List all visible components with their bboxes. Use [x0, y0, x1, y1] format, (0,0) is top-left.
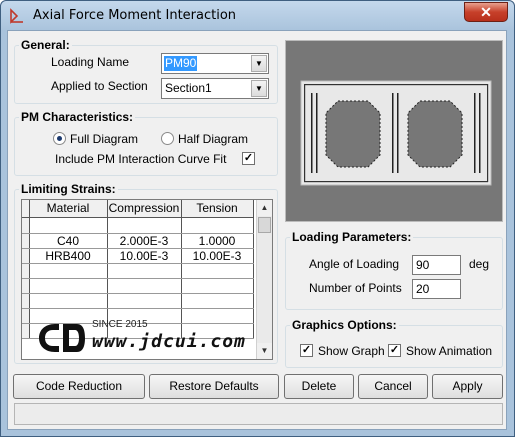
show-animation-label[interactable]: Show Animation — [406, 344, 492, 358]
graphics-options-legend: Graphics Options: — [292, 318, 397, 332]
table-row[interactable] — [22, 278, 254, 294]
chevron-down-icon[interactable]: ▼ — [251, 55, 267, 72]
material-cell[interactable]: C40 — [29, 233, 108, 249]
loading-name-label: Loading Name — [51, 55, 130, 69]
number-of-points-input[interactable]: 20 — [412, 279, 461, 299]
show-graph-checkbox[interactable]: ✓ — [300, 344, 313, 357]
full-diagram-label[interactable]: Full Diagram — [70, 132, 138, 146]
tension-cell[interactable]: 10.00E-3 — [181, 248, 254, 264]
watermark-logo — [39, 324, 85, 352]
title-bar[interactable]: Axial Force Moment Interaction ✕ — [1, 1, 514, 31]
compression-cell[interactable]: 10.00E-3 — [107, 248, 182, 264]
delete-button[interactable]: Delete — [284, 374, 354, 399]
table-row[interactable] — [22, 293, 254, 309]
column-header-compression[interactable]: Compression — [107, 200, 182, 218]
table-header-row: Material Compression Tension — [22, 200, 254, 218]
pm-characteristics-legend: PM Characteristics: — [21, 110, 134, 124]
limiting-strains-legend: Limiting Strains: — [21, 182, 116, 196]
angle-of-loading-input[interactable]: 90 — [412, 255, 461, 275]
angle-of-loading-label: Angle of Loading — [309, 257, 400, 271]
graphics-options-group: Graphics Options: — [285, 318, 503, 368]
half-diagram-label[interactable]: Half Diagram — [178, 132, 248, 146]
general-legend: General: — [21, 38, 70, 52]
loading-name-combo[interactable]: PM90 ▼ — [161, 53, 269, 74]
section-drawing — [300, 80, 492, 186]
curve-fit-checkbox[interactable]: ✓ — [242, 152, 255, 165]
watermark-url: www.jdcui.com — [92, 331, 246, 352]
column-header-material[interactable]: Material — [29, 200, 108, 218]
close-button[interactable]: ✕ — [464, 2, 508, 22]
app-icon — [10, 8, 23, 24]
section-preview — [285, 40, 503, 222]
cancel-button[interactable]: Cancel — [358, 374, 428, 399]
restore-defaults-button[interactable]: Restore Defaults — [149, 374, 279, 399]
number-of-points-label: Number of Points — [309, 281, 402, 295]
material-cell[interactable]: HRB400 — [29, 248, 108, 264]
applied-to-section-label: Applied to Section — [51, 79, 148, 93]
table-row[interactable] — [22, 263, 254, 279]
angle-unit-label: deg — [469, 257, 490, 271]
applied-to-section-value: Section1 — [165, 81, 212, 95]
applied-to-section-combo[interactable]: Section1 ▼ — [161, 78, 269, 99]
loading-name-value: PM90 — [164, 56, 198, 71]
column-header-tension[interactable]: Tension — [181, 200, 254, 218]
full-diagram-radio[interactable] — [53, 132, 66, 145]
grid-vertical-scrollbar[interactable]: ▲ ▼ — [256, 200, 272, 359]
loading-parameters-legend: Loading Parameters: — [292, 230, 412, 244]
scroll-up-icon[interactable]: ▲ — [257, 200, 272, 216]
table-row[interactable]: C40 2.000E-3 1.0000 — [22, 233, 254, 249]
watermark-since: SINCE 2015 — [92, 319, 148, 330]
code-reduction-button[interactable]: Code Reduction — [13, 374, 145, 399]
scroll-thumb[interactable] — [258, 217, 271, 233]
curve-fit-label: Include PM Interaction Curve Fit — [55, 152, 227, 166]
table-row[interactable] — [22, 217, 254, 234]
scroll-down-icon[interactable]: ▼ — [257, 343, 272, 359]
show-graph-label[interactable]: Show Graph — [318, 344, 385, 358]
table-row[interactable]: HRB400 10.00E-3 10.00E-3 — [22, 248, 254, 264]
window-title: Axial Force Moment Interaction — [33, 8, 237, 23]
show-animation-checkbox[interactable]: ✓ — [388, 344, 401, 357]
status-bar — [14, 403, 503, 425]
tension-cell[interactable]: 1.0000 — [181, 233, 254, 249]
half-diagram-radio[interactable] — [161, 132, 174, 145]
compression-cell[interactable]: 2.000E-3 — [107, 233, 182, 249]
chevron-down-icon[interactable]: ▼ — [251, 80, 267, 97]
apply-button[interactable]: Apply — [432, 374, 503, 399]
